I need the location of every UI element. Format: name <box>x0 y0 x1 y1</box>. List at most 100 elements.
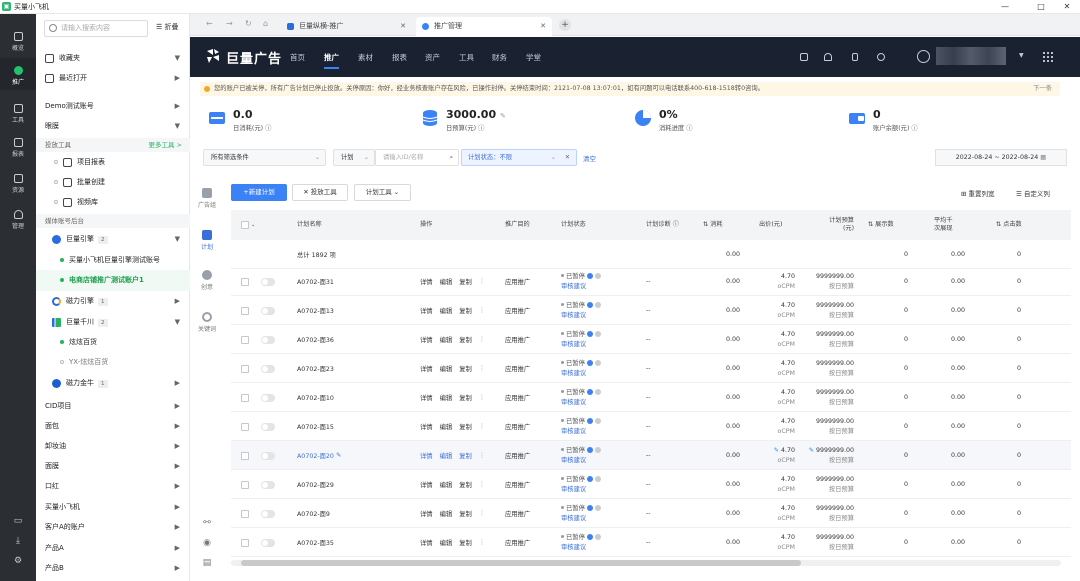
review-advice-link[interactable]: 审核建议 <box>561 369 586 379</box>
plan-toggle[interactable] <box>261 325 275 354</box>
compass-icon[interactable]: ◉ <box>195 538 219 548</box>
sidebar-folder[interactable]: 买量小飞机 ▶ <box>36 497 190 518</box>
edit-link[interactable]: 编辑 <box>440 509 453 518</box>
home-icon[interactable]: ⌂ <box>263 19 268 28</box>
sidebar-search-input[interactable]: 请输入搜索内容 <box>44 20 148 37</box>
plan-name-cell[interactable]: A0702-面10 <box>297 383 334 412</box>
close-icon[interactable]: ✕ <box>1056 1 1078 13</box>
app-grid-icon[interactable] <box>1042 51 1054 63</box>
more-tools-link[interactable]: 更多工具 > <box>148 138 182 152</box>
maximize-icon[interactable]: □ <box>1030 1 1052 13</box>
detail-link[interactable]: 详情 <box>420 451 433 460</box>
fold-button[interactable]: ☰ 折叠 <box>156 22 179 32</box>
minimize-icon[interactable]: — <box>994 1 1016 13</box>
detail-link[interactable]: 详情 <box>420 277 433 286</box>
edit-link[interactable]: 编辑 <box>440 306 453 315</box>
sidebar-folder[interactable]: 面包 ▶ <box>36 416 190 437</box>
edit-link[interactable]: 编辑 <box>440 451 453 460</box>
edit-icon[interactable]: ✎ <box>774 447 779 454</box>
table-row[interactable]: A0702-面13 详情 编辑 复制 ⋮ 应用推广 已暂停 审核建议 -- 0.00 4.70 oCP… <box>231 296 1071 325</box>
table-row[interactable]: A0702-面35 详情 编辑 复制 ⋮ 应用推广 已暂停 审核建议 -- 0.00 4.70 oCP… <box>231 528 1071 557</box>
edit-link[interactable]: 编辑 <box>440 393 453 402</box>
tool-batch-create[interactable]: 批量创建 <box>36 172 190 193</box>
more-icon[interactable]: ⋮ <box>479 365 485 372</box>
sidebar-eyebrow[interactable]: 眼膜 ▼ <box>36 116 190 137</box>
edit-link[interactable]: 编辑 <box>440 480 453 489</box>
edit-icon[interactable]: ✎ <box>500 112 506 120</box>
table-row[interactable]: A0702-面36 详情 编辑 复制 ⋮ 应用推广 已暂停 审核建议 -- 0.00 4.70 oCP… <box>231 325 1071 354</box>
col-impressions[interactable]: ⇅ 展示数 <box>868 210 894 240</box>
download-icon[interactable]: ⤓ <box>0 536 36 546</box>
table-row[interactable]: A0702-面9 详情 编辑 复制 ⋮ 应用推广 已暂停 审核建议 -- 0.00 4.70 oCPM… <box>231 499 1071 528</box>
account-item[interactable]: 买量小飞机巨量引擎测试账号 <box>36 250 190 271</box>
rail-overview[interactable]: 概览 <box>0 32 36 52</box>
scrollbar-thumb[interactable] <box>241 560 801 566</box>
sidebar-folder[interactable]: 面膜 ▶ <box>36 456 190 477</box>
plan-toggle[interactable] <box>261 383 275 412</box>
rail-promote[interactable]: 推广 <box>0 58 36 90</box>
table-row[interactable]: A0702-面20 ✎ 详情 编辑 复制 ⋮ 应用推广 已暂停 审核建议 -- 0.00 ✎ 4.7… <box>231 441 1071 470</box>
bell-icon[interactable] <box>824 53 832 61</box>
row-checkbox[interactable] <box>241 325 249 354</box>
engine-juliang[interactable]: 巨量引擎 2 ▼ <box>36 229 190 250</box>
tool-video-library[interactable]: 视频库 <box>36 192 190 213</box>
review-advice-link[interactable]: 审核建议 <box>561 427 586 437</box>
tree-icon[interactable]: ⚯ <box>195 518 219 528</box>
sidebar-folder[interactable]: 产品B ▶ <box>36 558 190 579</box>
plan-name-cell[interactable]: A0702-面29 <box>297 470 334 499</box>
status-filter-tag[interactable]: 计划状态：不限 ⌄ ✕ <box>461 149 577 166</box>
more-icon[interactable]: ⋮ <box>479 510 485 517</box>
review-advice-link[interactable]: 审核建议 <box>561 398 586 408</box>
nav-assets[interactable]: 资产 <box>425 52 440 63</box>
nav-academy[interactable]: 学堂 <box>526 52 541 63</box>
review-advice-link[interactable]: 审核建议 <box>561 282 586 292</box>
tool-project-report[interactable]: 项目报表 <box>36 152 190 173</box>
plan-name-cell[interactable]: A0702-面36 <box>297 325 334 354</box>
plan-name-cell[interactable]: A0702-面13 <box>297 296 334 325</box>
copy-link[interactable]: 复制 <box>459 364 472 373</box>
detail-link[interactable]: 详情 <box>420 422 433 431</box>
copy-link[interactable]: 复制 <box>459 538 472 547</box>
plan-name-cell[interactable]: A0702-面35 <box>297 528 334 557</box>
more-icon[interactable]: ⋮ <box>479 452 485 459</box>
edit-link[interactable]: 编辑 <box>440 277 453 286</box>
account-item[interactable]: YX-炫炫百货 <box>36 352 190 373</box>
select-all-checkbox[interactable]: ⌄ <box>241 210 255 240</box>
bid-cell[interactable]: ✎ 4.70 oCPM <box>759 441 795 470</box>
tab-promotion-manage[interactable]: 推广管理 ✕ <box>416 17 552 36</box>
plan-tools-dropdown[interactable]: 计划工具 ⌄ <box>354 184 411 201</box>
more-icon[interactable]: ⋮ <box>479 423 485 430</box>
search-icon[interactable]: ⌕ <box>449 150 453 165</box>
copy-link[interactable]: 复制 <box>459 422 472 431</box>
settings-icon[interactable]: ⚙ <box>0 556 36 566</box>
more-icon[interactable]: ⋮ <box>479 278 485 285</box>
sidebar-favorites[interactable]: 收藏夹 ▼ <box>36 48 190 69</box>
detail-link[interactable]: 详情 <box>420 480 433 489</box>
sidebar-folder[interactable]: 口红 ▶ <box>36 476 190 497</box>
table-row[interactable]: A0702-面29 详情 编辑 复制 ⋮ 应用推广 已暂停 审核建议 -- 0.00 4.70 oCP… <box>231 470 1071 499</box>
edit-icon[interactable]: ✎ <box>336 452 341 459</box>
reset-column-width-button[interactable]: ⊞ 重置列宽 <box>961 188 995 198</box>
sidebar-demo-account[interactable]: Demo测试账号 ▶ <box>36 96 190 117</box>
phone-icon[interactable] <box>852 53 858 61</box>
review-advice-link[interactable]: 审核建议 <box>561 514 586 524</box>
copy-link[interactable]: 复制 <box>459 393 472 402</box>
col-clicks[interactable]: ⇅ 点击数 <box>996 210 1022 240</box>
sidebar-recent[interactable]: 最近打开 ▶ <box>36 68 190 89</box>
review-advice-link[interactable]: 审核建议 <box>561 543 586 553</box>
row-checkbox[interactable] <box>241 412 249 441</box>
plan-toggle[interactable] <box>261 470 275 499</box>
row-checkbox[interactable] <box>241 354 249 383</box>
edit-link[interactable]: 编辑 <box>440 364 453 373</box>
nav-home[interactable]: 首页 <box>290 52 305 63</box>
detail-link[interactable]: 详情 <box>420 364 433 373</box>
tab-juliang-zongheng[interactable]: 巨量纵横-推广 ✕ <box>281 17 412 36</box>
review-advice-link[interactable]: 审核建议 <box>561 456 586 466</box>
nav-finance[interactable]: 财务 <box>492 52 507 63</box>
table-row[interactable]: A0702-面23 详情 编辑 复制 ⋮ 应用推广 已暂停 审核建议 -- 0.00 4.70 oCP… <box>231 354 1071 383</box>
username-redacted[interactable] <box>936 47 1006 65</box>
row-checkbox[interactable] <box>241 383 249 412</box>
flag-icon[interactable] <box>800 53 808 61</box>
sidebar-folder[interactable]: 客户A的账户 ▶ <box>36 517 190 538</box>
row-checkbox[interactable] <box>241 528 249 557</box>
